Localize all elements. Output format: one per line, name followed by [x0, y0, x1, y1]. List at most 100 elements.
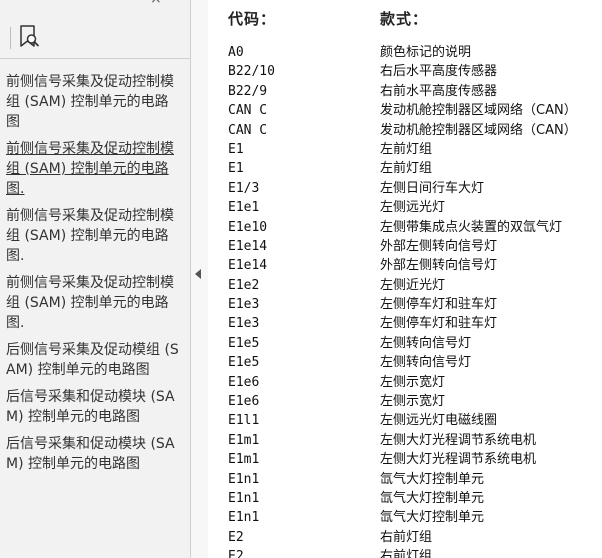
bookmark-search-icon[interactable] — [18, 24, 40, 50]
component-description: 左侧示宽灯 — [380, 394, 446, 410]
component-code: B22/10 — [228, 64, 275, 80]
component-code: B22/9 — [228, 83, 268, 99]
component-code: E1e1 — [228, 200, 260, 216]
bookmark-list: 前侧信号采集及促动控制模组 (SAM) 控制单元的电路图 前侧信号采集及促动控制模… — [6, 72, 182, 481]
component-description: 氙气大灯控制单元 — [380, 490, 485, 506]
table-row: E1m1 左侧大灯光程调节系统电机 — [208, 450, 602, 469]
table-row: E1 左前灯组 — [208, 140, 602, 159]
component-code: E1e14 — [228, 238, 268, 254]
component-description: 左前灯组 — [380, 161, 433, 177]
table-row: E1e14 外部左侧转向信号灯 — [208, 256, 602, 275]
table-row: E1/3 左侧日间行车大灯 — [208, 179, 602, 198]
table-row: E1e10 左侧带集成点火装置的双氙气灯 — [208, 218, 602, 237]
component-code: E1e3 — [228, 297, 260, 313]
component-description: 外部左侧转向信号灯 — [380, 238, 498, 254]
component-code: E1 — [228, 161, 244, 177]
collapse-left-icon[interactable] — [195, 269, 201, 279]
bookmark-item[interactable]: 后信号采集和促动模块 (SAM) 控制单元的电路图 — [6, 387, 182, 427]
component-description: 左侧远光灯 — [380, 200, 446, 216]
component-description: 右前水平高度传感器 — [380, 83, 498, 99]
component-code: E1e5 — [228, 355, 260, 371]
component-code: E1e10 — [228, 219, 268, 235]
component-code: E1/3 — [228, 180, 260, 196]
component-code: E2 — [228, 529, 244, 545]
table-row: B22/9 右前水平高度传感器 — [208, 82, 602, 101]
component-description: 左侧日间行车大灯 — [380, 180, 485, 196]
component-code: CAN C — [228, 103, 268, 119]
component-description: 右前灯组 — [380, 529, 433, 545]
table-row: E1e1 左侧远光灯 — [208, 198, 602, 217]
bookmarks-panel: × 前侧信号采集及促动控制模组 (SAM) 控制单元的电路图前侧信号采集及促动控… — [0, 0, 191, 558]
description-column-header: 款式： — [380, 10, 429, 28]
component-code: E1n1 — [228, 490, 260, 506]
table-row: CAN C 发动机舱控制器区域网络（CAN） — [208, 101, 602, 120]
component-description: 左侧转向信号灯 — [380, 355, 472, 371]
component-code: E1 — [228, 141, 244, 157]
component-description: 左侧近光灯 — [380, 277, 446, 293]
table-row: E1e5 左侧转向信号灯 — [208, 353, 602, 372]
bookmark-item[interactable]: 前侧信号采集及促动控制模组 (SAM) 控制单元的电路图. — [6, 273, 182, 333]
component-description: 右后水平高度传感器 — [380, 64, 498, 80]
table-row: E2 右前灯组 — [208, 528, 602, 547]
table-row: E1e2 左侧近光灯 — [208, 276, 602, 295]
component-description: 外部左侧转向信号灯 — [380, 258, 498, 274]
component-description: 左侧停车灯和驻车灯 — [380, 316, 498, 332]
component-description: 左侧大灯光程调节系统电机 — [380, 432, 537, 448]
component-code: E1m1 — [228, 432, 260, 448]
document-page: 代码： 款式： A0 颜色标记的说明 B22/10 右后水平高度传感器 B22/9 右前水… — [208, 0, 602, 558]
component-code: E1n1 — [228, 510, 260, 526]
component-description: 发动机舱控制器区域网络（CAN） — [380, 122, 577, 138]
bookmark-item[interactable]: 后侧信号采集及促动模组 (SAM) 控制单元的电路图 — [6, 340, 182, 380]
component-description: 左前灯组 — [380, 141, 433, 157]
component-code: E1e14 — [228, 258, 268, 274]
component-code: E1e2 — [228, 277, 260, 293]
component-description: 氙气大灯控制单元 — [380, 510, 485, 526]
table-row: A0 颜色标记的说明 — [208, 43, 602, 62]
component-description: 左侧带集成点火装置的双氙气灯 — [380, 219, 563, 235]
table-row: E1n1 氙气大灯控制单元 — [208, 470, 602, 489]
component-description: 左侧停车灯和驻车灯 — [380, 297, 498, 313]
bookmark-item[interactable]: 前侧信号采集及促动控制模组 (SAM) 控制单元的电路图. — [6, 206, 182, 266]
bookmark-item[interactable]: 后信号采集和促动模块 (SAM) 控制单元的电路图 — [6, 434, 182, 474]
bookmark-item[interactable]: 前侧信号采集及促动控制模组 (SAM) 控制单元的电路图. — [6, 139, 182, 199]
component-description: 左侧示宽灯 — [380, 374, 446, 390]
table-row: E1e6 左侧示宽灯 — [208, 392, 602, 411]
component-description: 发动机舱控制器区域网络（CAN） — [380, 103, 577, 119]
component-description: 氙气大灯控制单元 — [380, 471, 485, 487]
table-row: E2 右前灯组 — [208, 547, 602, 558]
table-row: E1e5 左侧转向信号灯 — [208, 334, 602, 353]
table-row: E1 左前灯组 — [208, 159, 602, 178]
component-code: E1l1 — [228, 413, 260, 429]
component-code: E2 — [228, 549, 244, 558]
component-description: 右前灯组 — [380, 549, 433, 558]
component-code: E1n1 — [228, 471, 260, 487]
table-row: E1e3 左侧停车灯和驻车灯 — [208, 295, 602, 314]
table-row: E1m1 左侧大灯光程调节系统电机 — [208, 431, 602, 450]
component-description: 颜色标记的说明 — [380, 45, 472, 60]
code-table: A0 颜色标记的说明 B22/10 右后水平高度传感器 B22/9 右前水平高度传感器 CA… — [208, 43, 602, 558]
toolbar-divider — [10, 27, 11, 49]
table-row: E1e3 左侧停车灯和驻车灯 — [208, 314, 602, 333]
component-code: E1e6 — [228, 374, 260, 390]
table-row: CAN C 发动机舱控制器区域网络（CAN） — [208, 121, 602, 140]
component-code: E1m1 — [228, 452, 260, 468]
component-description: 左侧远光灯电磁线圈 — [380, 413, 498, 429]
close-icon[interactable]: × — [150, 0, 168, 6]
table-row: E1n1 氙气大灯控制单元 — [208, 508, 602, 527]
panel-splitter[interactable] — [191, 0, 209, 558]
component-code: E1e3 — [228, 316, 260, 332]
component-description: 左侧大灯光程调节系统电机 — [380, 452, 537, 468]
code-column-header: 代码： — [228, 10, 277, 28]
table-row: E1e14 外部左侧转向信号灯 — [208, 237, 602, 256]
table-row: E1l1 左侧远光灯电磁线圈 — [208, 411, 602, 430]
table-row: E1e6 左侧示宽灯 — [208, 373, 602, 392]
component-code: E1e6 — [228, 394, 260, 410]
table-row: B22/10 右后水平高度传感器 — [208, 62, 602, 81]
component-code: CAN C — [228, 122, 268, 138]
component-code: E1e5 — [228, 335, 260, 351]
component-code: A0 — [228, 45, 244, 60]
bookmark-item[interactable]: 前侧信号采集及促动控制模组 (SAM) 控制单元的电路图 — [6, 72, 182, 132]
table-row: E1n1 氙气大灯控制单元 — [208, 489, 602, 508]
bookmarks-toolbar — [0, 18, 190, 59]
component-description: 左侧转向信号灯 — [380, 335, 472, 351]
